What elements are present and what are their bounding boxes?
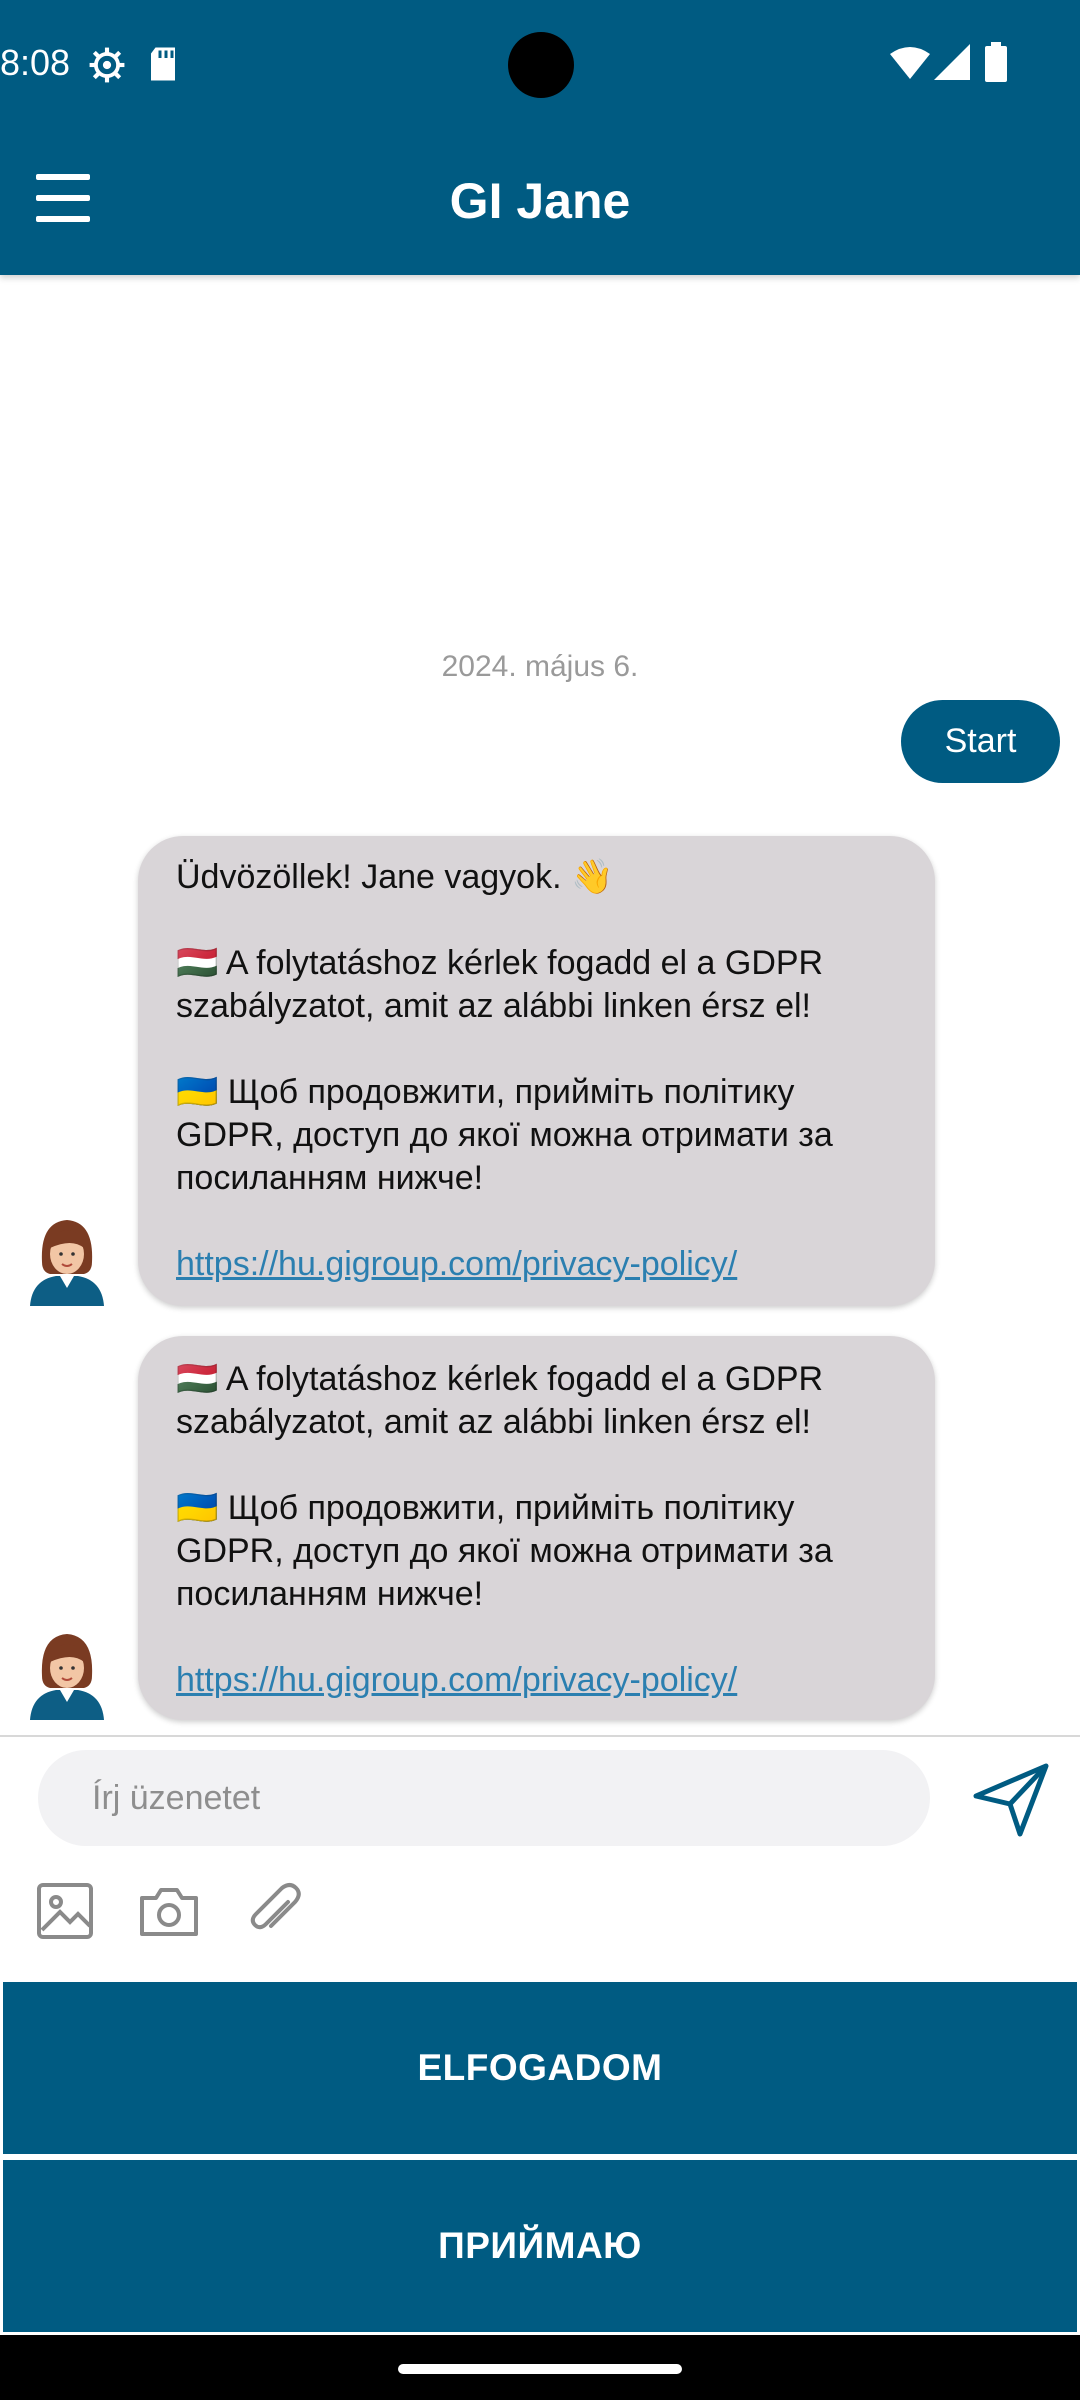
message-line: szabályzatot, amit az alábbi linken érsz… — [176, 1403, 811, 1441]
paperclip-icon[interactable] — [244, 1880, 306, 1942]
wifi-icon — [890, 47, 930, 79]
front-camera — [508, 32, 574, 98]
image-icon[interactable] — [34, 1880, 96, 1942]
page-title: GI Jane — [449, 173, 631, 229]
bot-avatar — [30, 1634, 104, 1720]
status-time: 8:08 — [0, 42, 71, 83]
message-line: GDPR, доступ до якої можна отримати за — [176, 1116, 833, 1154]
message-line: посиланням нижче! — [176, 1575, 484, 1613]
accept-button-hu[interactable]: ELFOGADOM — [3, 1982, 1077, 2154]
message-line: 🇺🇦 Щоб продовжити, прийміть політику — [176, 1489, 795, 1527]
send-icon[interactable] — [972, 1760, 1052, 1840]
message-line: посиланням нижче! — [176, 1159, 484, 1197]
composer-divider — [0, 1735, 1080, 1737]
bot-message-bubble: Üdvözöllek! Jane vagyok. 👋 🇭🇺 A folytatá… — [138, 836, 935, 1306]
message-line: 🇺🇦 Щоб продовжити, прийміть політику — [176, 1073, 795, 1111]
date-separator: 2024. május 6. — [441, 650, 639, 683]
message-line: GDPR, доступ до якої можна отримати за — [176, 1532, 833, 1570]
sd-card-icon — [151, 47, 175, 81]
privacy-policy-link[interactable]: https://hu.gigroup.com/privacy-policy/ — [176, 1245, 737, 1283]
user-message-bubble: Start — [901, 700, 1060, 783]
camera-icon[interactable] — [138, 1880, 200, 1942]
privacy-policy-link[interactable]: https://hu.gigroup.com/privacy-policy/ — [176, 1661, 737, 1699]
settings-icon — [89, 47, 125, 83]
message-line: 🇭🇺 A folytatáshoz kérlek fogadd el a GDP… — [176, 944, 824, 982]
signal-icon — [934, 44, 970, 80]
message-line: Üdvözöllek! Jane vagyok. 👋 — [176, 858, 614, 896]
message-input[interactable]: Írj üzenetet — [38, 1750, 930, 1846]
message-line: 🇭🇺 A folytatáshoz kérlek fogadd el a GDP… — [176, 1360, 824, 1398]
message-line: szabályzatot, amit az alábbi linken érsz… — [176, 987, 811, 1025]
battery-icon — [985, 42, 1007, 82]
home-gesture-handle[interactable] — [398, 2364, 682, 2374]
bot-avatar — [30, 1220, 104, 1306]
accept-button-ua[interactable]: ПРИЙМАЮ — [3, 2160, 1077, 2332]
bot-message-bubble: 🇭🇺 A folytatáshoz kérlek fogadd el a GDP… — [138, 1336, 935, 1720]
